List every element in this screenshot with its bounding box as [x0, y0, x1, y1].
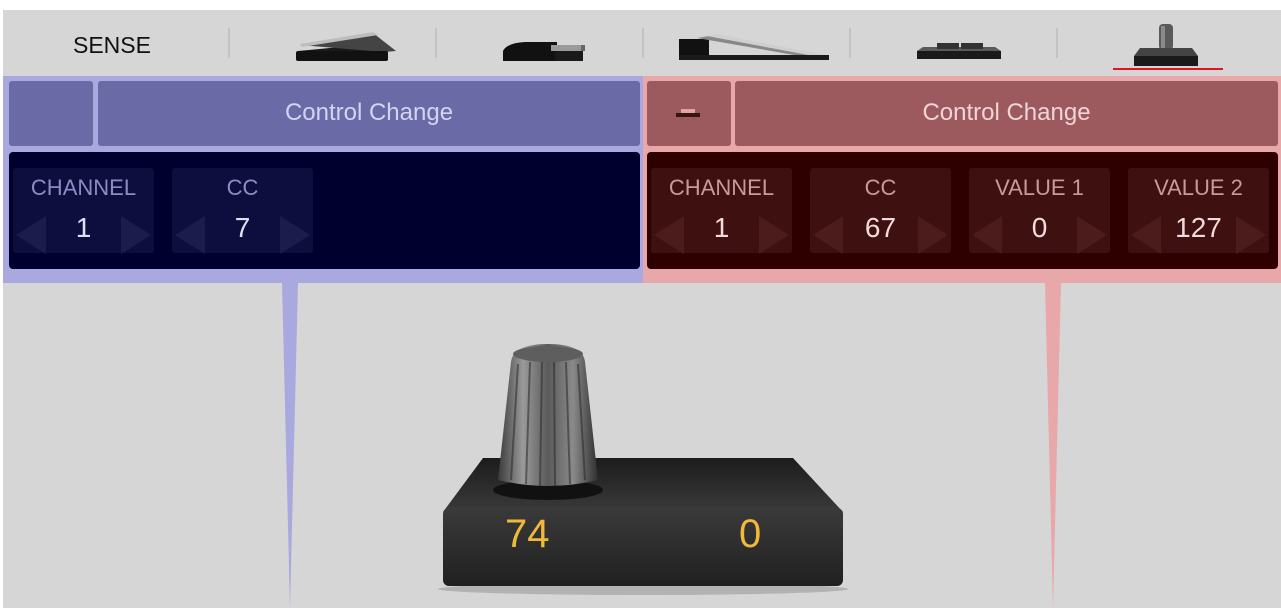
tab-expression-pedal[interactable] — [243, 10, 433, 76]
tab-sense[interactable]: SENSE — [3, 10, 193, 76]
sustain-pedal-icon — [503, 42, 585, 61]
param-name: VALUE 2 — [1154, 175, 1243, 200]
param-name: CC — [226, 175, 259, 200]
right-controller-panel: Control Change CHANNEL 1 CC 67 VALUE 1 0 — [643, 76, 1281, 283]
left-controller-panel: Control Change CHANNEL 1 CC 7 — [3, 76, 643, 283]
selected-tab-indicator — [1113, 68, 1223, 70]
tab-knob-controller[interactable] — [1071, 10, 1261, 76]
tab-divider — [435, 28, 437, 58]
left-param-box: CHANNEL 1 CC 7 — [9, 152, 640, 269]
switch-value-readout: 0 — [739, 512, 762, 556]
param-name: CHANNEL — [668, 175, 775, 200]
right-mode-button[interactable]: Control Change — [735, 81, 1278, 146]
right-param-channel: CHANNEL 1 — [651, 168, 792, 254]
right-param-cc: CC 67 — [810, 168, 951, 254]
tab-sustain-pedal[interactable] — [450, 10, 640, 76]
right-param-value2: VALUE 2 127 — [1128, 168, 1269, 254]
increment-arrow-icon[interactable] — [759, 216, 789, 254]
increment-arrow-icon[interactable] — [121, 216, 151, 254]
left-toggle-button[interactable] — [9, 81, 93, 146]
tab-divider — [1056, 28, 1058, 58]
right-toggle-button[interactable] — [647, 81, 731, 146]
left-mode-label: Control Change — [284, 99, 454, 126]
tab-divider — [228, 28, 230, 58]
left-mode-button[interactable]: Control Change — [98, 81, 640, 146]
knob-controller-illustration — [438, 344, 848, 595]
tab-sense-label: SENSE — [73, 32, 151, 58]
param-name: CC — [864, 175, 897, 200]
knob-controller-device: 74 0 — [433, 340, 853, 598]
right-leader-line — [1045, 283, 1061, 608]
left-param-cc: CC 7 — [172, 168, 313, 254]
app-window: SENSE Control Change CHANNEL 1 CC 7 Cont… — [3, 10, 1281, 608]
knob-value-readout: 74 — [505, 512, 550, 556]
tab-divider — [849, 28, 851, 58]
tab-volume-pedal[interactable] — [657, 10, 847, 76]
increment-arrow-icon[interactable] — [918, 216, 948, 254]
expression-pedal-icon — [296, 32, 396, 61]
right-mode-label: Control Change — [922, 99, 1091, 126]
right-param-value1: VALUE 1 0 — [969, 168, 1110, 254]
device-tab-bar: SENSE — [3, 10, 1281, 76]
tab-divider — [642, 28, 644, 58]
increment-arrow-icon[interactable] — [1077, 216, 1107, 254]
increment-arrow-icon[interactable] — [280, 216, 310, 254]
left-param-channel: CHANNEL 1 — [13, 168, 154, 254]
footswitch-mini-icon — [676, 109, 700, 117]
param-name: CHANNEL — [30, 175, 137, 200]
volume-pedal-icon — [679, 34, 829, 60]
tab-footswitch[interactable] — [864, 10, 1054, 76]
increment-arrow-icon[interactable] — [1236, 216, 1266, 254]
param-name: VALUE 1 — [995, 175, 1084, 200]
right-param-box: CHANNEL 1 CC 67 VALUE 1 0 VALUE 2 127 — [647, 152, 1278, 269]
left-leader-line — [282, 283, 298, 608]
footswitch-icon — [917, 43, 1001, 59]
knob-controller-icon — [1134, 24, 1198, 66]
